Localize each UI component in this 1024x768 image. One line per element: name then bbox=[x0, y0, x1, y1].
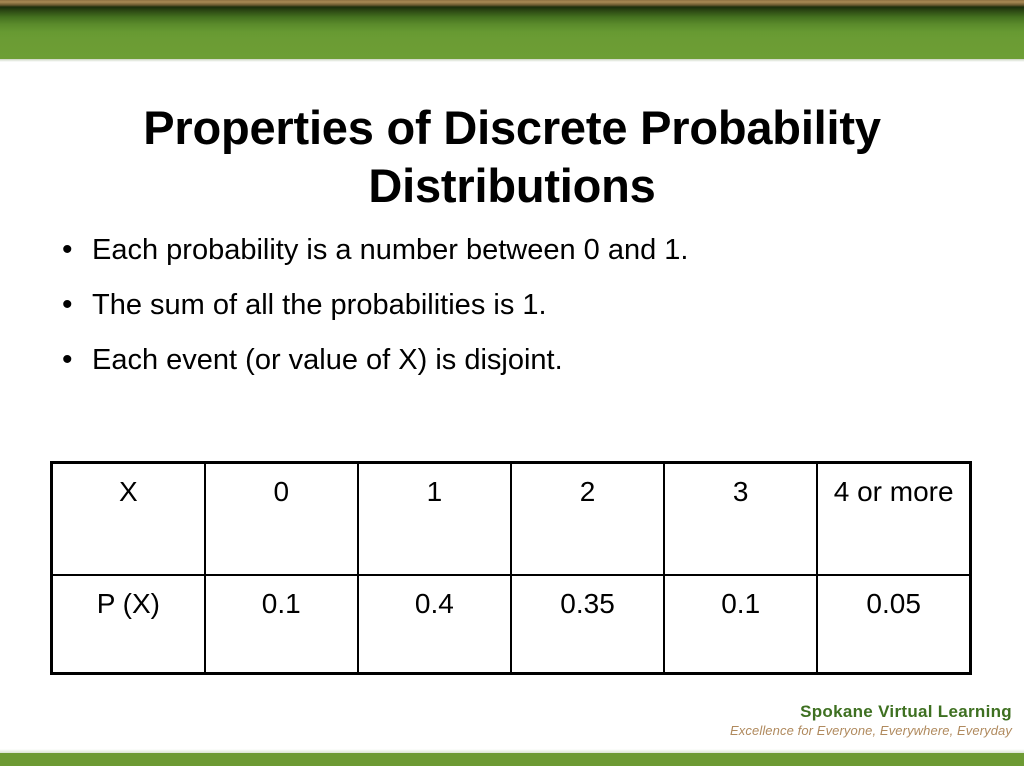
bottom-decorative-band bbox=[0, 753, 1024, 766]
list-item-label: The sum of all the probabilities is 1. bbox=[92, 289, 547, 321]
table-cell: X bbox=[50, 461, 206, 576]
bullet-point-icon: • bbox=[62, 233, 73, 266]
table-cell: 0.1 bbox=[663, 573, 819, 675]
table-cell: 0.4 bbox=[356, 573, 512, 675]
top-decorative-band bbox=[0, 0, 1024, 59]
table-cell: 3 bbox=[663, 461, 819, 576]
top-band-shadow bbox=[0, 59, 1024, 62]
table-row: X 0 1 2 3 4 or more bbox=[50, 461, 972, 576]
table-cell: 0 bbox=[203, 461, 359, 576]
organization-name: Spokane Virtual Learning bbox=[800, 702, 1012, 721]
table-cell: P (X) bbox=[50, 573, 206, 675]
table-cell: 4 or more bbox=[816, 461, 972, 576]
list-item: • Each probability is a number between 0… bbox=[56, 232, 956, 269]
list-item-label: Each event (or value of X) is disjoint. bbox=[92, 344, 563, 376]
table-row: P (X) 0.1 0.4 0.35 0.1 0.05 bbox=[50, 573, 972, 675]
list-item: • Each event (or value of X) is disjoint… bbox=[56, 342, 956, 379]
footer-logo: Spokane Virtual Learning Excellence for … bbox=[592, 702, 1012, 740]
organization-tagline: Excellence for Everyone, Everywhere, Eve… bbox=[730, 723, 1012, 738]
bullet-point-icon: • bbox=[62, 343, 73, 376]
table-cell: 1 bbox=[356, 461, 512, 576]
slide-canvas: { "slide": { "title": "Properties of Dis… bbox=[0, 0, 1024, 768]
list-item-label: Each probability is a number between 0 a… bbox=[92, 234, 689, 266]
table-cell: 2 bbox=[509, 461, 666, 576]
table-cell: 0.1 bbox=[203, 573, 359, 675]
probability-distribution-table: X 0 1 2 3 4 or more P (X) 0.1 0.4 0.35 0… bbox=[50, 461, 972, 675]
page-title: Properties of Discrete Probability Distr… bbox=[143, 101, 881, 213]
bullet-list: • Each probability is a number between 0… bbox=[56, 232, 956, 397]
list-item: • The sum of all the probabilities is 1. bbox=[56, 287, 956, 324]
table-cell: 0.05 bbox=[816, 573, 972, 675]
table-cell: 0.35 bbox=[509, 573, 666, 675]
bullet-point-icon: • bbox=[62, 288, 73, 321]
